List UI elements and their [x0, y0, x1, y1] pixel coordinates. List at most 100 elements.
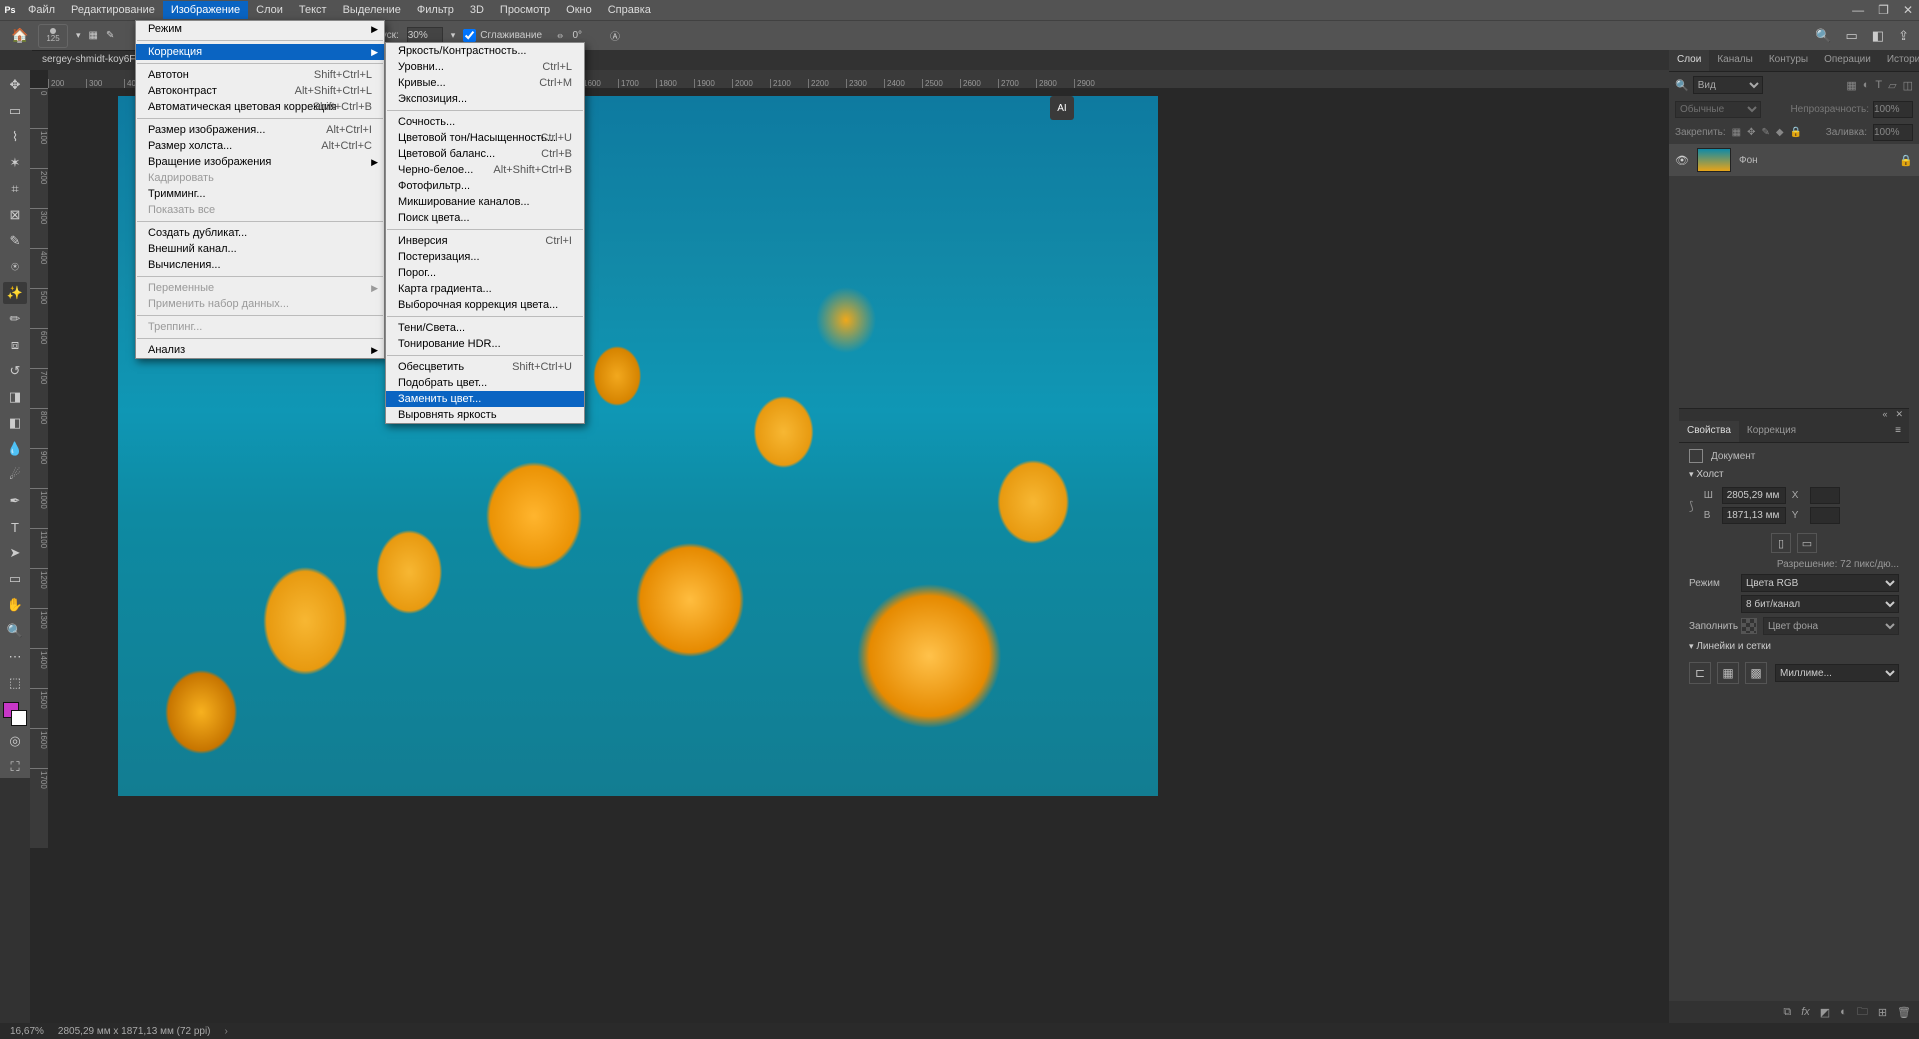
- menu-item[interactable]: Фотофильтр...: [386, 178, 584, 194]
- width-input[interactable]: [1722, 487, 1786, 504]
- menu-item[interactable]: Тонирование HDR...: [386, 336, 584, 352]
- lock-position-icon[interactable]: ✥: [1747, 127, 1755, 138]
- toolbar-icon-1[interactable]: ▦: [89, 30, 98, 41]
- color-replace-tool[interactable]: ✨: [3, 282, 27, 304]
- menu-item[interactable]: Постеризация...: [386, 249, 584, 265]
- orientation-portrait[interactable]: ▯: [1771, 533, 1791, 553]
- menu-изображение[interactable]: Изображение: [163, 1, 248, 19]
- shape-tool[interactable]: ▭: [3, 568, 27, 590]
- ruler-button[interactable]: ⊏: [1689, 662, 1711, 684]
- arrange-icon[interactable]: ◧: [1872, 28, 1884, 44]
- menu-3d[interactable]: 3D: [462, 1, 492, 19]
- chevron-down-icon[interactable]: ▾: [76, 30, 81, 41]
- filter-type-icon[interactable]: T: [1875, 79, 1882, 92]
- menu-item[interactable]: Анализ▶: [136, 342, 384, 358]
- menu-выделение[interactable]: Выделение: [335, 1, 409, 19]
- hand-tool[interactable]: ✋: [3, 594, 27, 616]
- zoom-readout[interactable]: 16,67%: [10, 1026, 44, 1037]
- fill-input[interactable]: [1873, 124, 1913, 141]
- close-icon[interactable]: ✕: [1903, 3, 1913, 17]
- y-input[interactable]: [1810, 507, 1840, 524]
- grid-button[interactable]: ▦: [1717, 662, 1739, 684]
- menu-item[interactable]: Экспозиция...: [386, 91, 584, 107]
- angle-icon[interactable]: ⦵: [556, 30, 564, 41]
- menu-текст[interactable]: Текст: [291, 1, 335, 19]
- stamp-tool[interactable]: ⧈: [3, 334, 27, 356]
- pen-tool[interactable]: ✒: [3, 490, 27, 512]
- menu-item[interactable]: Карта градиента...: [386, 281, 584, 297]
- link-icon[interactable]: ⟆: [1689, 499, 1694, 513]
- toolbar-icon-2[interactable]: ✎: [106, 30, 114, 41]
- lock-icon[interactable]: 🔒: [1790, 127, 1802, 138]
- menu-item[interactable]: Вращение изображения▶: [136, 154, 384, 170]
- quickmask-tool[interactable]: ◎: [3, 730, 27, 752]
- delete-layer-icon[interactable]: 🗑: [1897, 1006, 1911, 1019]
- menu-item[interactable]: ИнверсияCtrl+I: [386, 233, 584, 249]
- group-icon[interactable]: 🗀: [1857, 1003, 1868, 1022]
- orientation-landscape[interactable]: ▭: [1797, 533, 1817, 553]
- lock-all-icon[interactable]: ▦: [1732, 127, 1741, 138]
- gradient-tool[interactable]: ◧: [3, 412, 27, 434]
- ai-chip[interactable]: AI: [1050, 96, 1074, 120]
- opacity-input[interactable]: [1873, 101, 1913, 118]
- menu-item[interactable]: Цветовой баланс...Ctrl+B: [386, 146, 584, 162]
- blend-mode-select[interactable]: Обычные: [1675, 101, 1761, 118]
- new-layer-icon[interactable]: ⊞: [1878, 1006, 1887, 1019]
- eyedropper-tool[interactable]: ✎: [3, 230, 27, 252]
- brush-tool[interactable]: ✏: [3, 308, 27, 330]
- menu-item[interactable]: Кривые...Ctrl+M: [386, 75, 584, 91]
- menu-item[interactable]: Размер холста...Alt+Ctrl+C: [136, 138, 384, 154]
- share-icon[interactable]: ⇪: [1898, 28, 1909, 44]
- antialias-input[interactable]: [463, 29, 476, 42]
- menu-item[interactable]: Сочность...: [386, 114, 584, 130]
- status-chevron-icon[interactable]: ›: [225, 1026, 228, 1037]
- home-icon[interactable]: 🏠: [10, 27, 30, 44]
- move-tool[interactable]: ✥: [3, 74, 27, 96]
- menu-item[interactable]: Заменить цвет...: [386, 391, 584, 407]
- bit-depth-select[interactable]: 8 бит/канал: [1741, 595, 1899, 613]
- minimize-icon[interactable]: —: [1852, 3, 1864, 17]
- menu-item[interactable]: Тени/Света...: [386, 320, 584, 336]
- menu-слои[interactable]: Слои: [248, 1, 291, 19]
- menu-item[interactable]: ОбесцветитьShift+Ctrl+U: [386, 359, 584, 375]
- antialias-checkbox[interactable]: Сглаживание: [463, 29, 542, 42]
- layer-filter-kind[interactable]: Вид: [1693, 76, 1763, 94]
- menu-item[interactable]: Коррекция▶: [136, 44, 384, 60]
- menu-item[interactable]: Создать дубликат...: [136, 225, 384, 241]
- lasso-tool[interactable]: ⌇: [3, 126, 27, 148]
- height-input[interactable]: [1722, 507, 1786, 524]
- zoom-tool[interactable]: 🔍: [3, 620, 27, 642]
- color-swatches[interactable]: [3, 702, 27, 726]
- eraser-tool[interactable]: ◨: [3, 386, 27, 408]
- fill-swatch[interactable]: [1741, 618, 1757, 634]
- healing-tool[interactable]: ⍟: [3, 256, 27, 278]
- search-icon[interactable]: 🔍: [1815, 28, 1831, 44]
- menu-фильтр[interactable]: Фильтр: [409, 1, 462, 19]
- link-layers-icon[interactable]: ⧉: [1783, 1006, 1791, 1019]
- menu-item[interactable]: АвтотонShift+Ctrl+L: [136, 67, 384, 83]
- menu-item[interactable]: Автоматическая цветовая коррекцияShift+C…: [136, 99, 384, 115]
- menu-item[interactable]: Поиск цвета...: [386, 210, 584, 226]
- menu-item[interactable]: Вычисления...: [136, 257, 384, 273]
- dodge-tool[interactable]: ☄: [3, 464, 27, 486]
- menu-item[interactable]: Уровни...Ctrl+L: [386, 59, 584, 75]
- layer-row[interactable]: 👁 Фон 🔒: [1669, 144, 1919, 176]
- menu-файл[interactable]: Файл: [20, 1, 63, 19]
- layer-style-icon[interactable]: fx: [1801, 1006, 1810, 1018]
- menu-item[interactable]: Порог...: [386, 265, 584, 281]
- units-select[interactable]: Миллиме...: [1775, 664, 1899, 682]
- panel-menu-icon[interactable]: ≡: [1887, 421, 1909, 442]
- menu-item[interactable]: Яркость/Контрастность...: [386, 43, 584, 59]
- history-brush-tool[interactable]: ↺: [3, 360, 27, 382]
- quick-select-tool[interactable]: ✶: [3, 152, 27, 174]
- tab-история[interactable]: История: [1879, 50, 1919, 71]
- filter-shape-icon[interactable]: ▱: [1888, 79, 1896, 92]
- menu-item[interactable]: Цветовой тон/Насыщенность...Ctrl+U: [386, 130, 584, 146]
- pressure-icon[interactable]: Ⓐ: [610, 28, 620, 43]
- screenmode-tool[interactable]: ⛶: [3, 756, 27, 778]
- tab-слои[interactable]: Слои: [1669, 50, 1709, 71]
- lock-fill-icon[interactable]: ◆: [1776, 127, 1784, 138]
- edit-toolbar[interactable]: ⬚: [3, 672, 27, 694]
- background-swatch[interactable]: [11, 710, 27, 726]
- maximize-icon[interactable]: ❐: [1878, 3, 1889, 17]
